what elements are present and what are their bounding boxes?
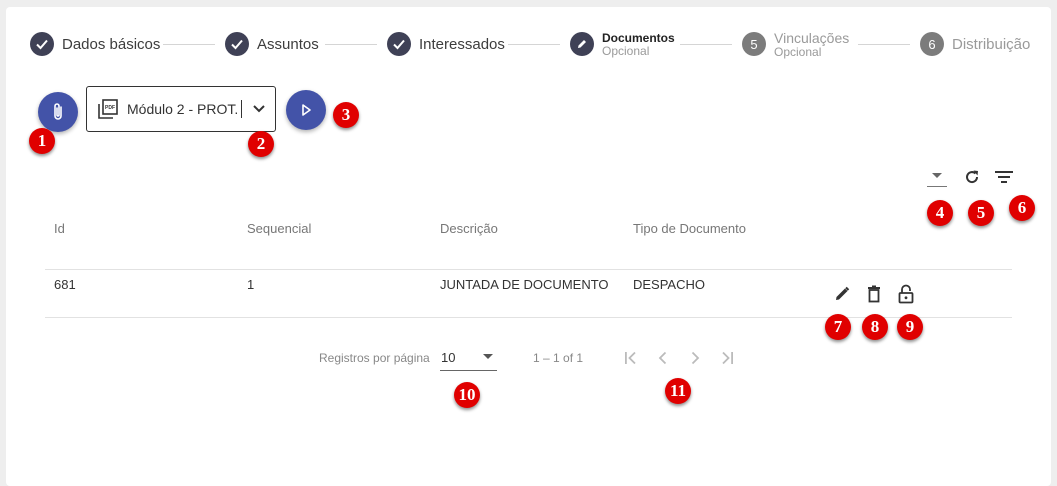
annotation-badge-6: 6 xyxy=(1009,195,1035,221)
annotation-badge-10: 10 xyxy=(454,382,480,408)
step-label: Documentos xyxy=(602,31,675,45)
refresh-icon xyxy=(966,170,979,184)
step-interessados[interactable]: Interessados xyxy=(387,31,505,57)
select-divider xyxy=(241,100,242,118)
delete-button[interactable] xyxy=(863,283,885,305)
step-optional-label: Opcional xyxy=(602,44,650,58)
annotation-badge-11: 11 xyxy=(665,378,691,404)
delete-icon xyxy=(868,285,880,303)
unlock-button[interactable] xyxy=(895,283,917,305)
step-number-6: 6 xyxy=(920,32,944,56)
step-label: Distribuição xyxy=(952,35,1031,53)
check-icon xyxy=(30,32,54,56)
dropdown-arrow-icon xyxy=(483,354,493,359)
step-assuntos[interactable]: Assuntos xyxy=(225,31,319,57)
cell-descricao: JUNTADA DE DOCUMENTO xyxy=(440,277,609,292)
step-connector xyxy=(680,44,732,45)
step-label: Dados básicos xyxy=(62,35,161,53)
step-connector xyxy=(858,44,910,45)
refresh-button[interactable] xyxy=(961,166,983,188)
svg-text:PDF: PDF xyxy=(105,105,115,111)
check-icon xyxy=(225,32,249,56)
check-icon xyxy=(387,32,411,56)
step-distribuicao[interactable]: 6 Distribuição xyxy=(920,31,1030,57)
column-header-tipo-documento[interactable]: Tipo de Documento xyxy=(633,221,746,236)
edit-button[interactable] xyxy=(831,283,853,305)
table-divider xyxy=(45,269,1012,270)
sort-select[interactable] xyxy=(927,166,947,187)
step-connector xyxy=(163,44,215,45)
first-page-button[interactable] xyxy=(620,347,642,369)
play-icon xyxy=(302,104,311,116)
step-connector xyxy=(325,44,377,45)
step-number-5: 5 xyxy=(742,32,766,56)
step-documentos[interactable]: Documentos Opcional xyxy=(570,31,675,57)
step-optional-label: Opcional xyxy=(774,45,822,59)
page-size-value: 10 xyxy=(441,350,456,365)
column-header-sequencial[interactable]: Sequencial xyxy=(247,221,311,236)
previous-page-button[interactable] xyxy=(652,347,674,369)
edit-icon xyxy=(836,286,850,300)
annotation-badge-8: 8 xyxy=(862,314,888,340)
annotation-badge-4: 4 xyxy=(927,200,953,226)
paperclip-icon xyxy=(54,103,62,120)
pdf-file-icon: PDF xyxy=(98,99,118,119)
unlock-icon xyxy=(898,284,914,304)
cell-tipo: DESPACHO xyxy=(633,277,705,292)
pencil-icon xyxy=(570,32,594,56)
annotation-badge-9: 9 xyxy=(897,314,923,340)
annotation-badge-3: 3 xyxy=(333,102,359,128)
step-label: Assuntos xyxy=(257,35,319,53)
step-label: Vinculações xyxy=(774,30,850,46)
last-page-icon xyxy=(722,351,733,365)
page-size-select[interactable]: 10 xyxy=(440,344,497,371)
page-range: 1 – 1 of 1 xyxy=(533,351,584,365)
annotation-badge-2: 2 xyxy=(248,131,274,157)
attach-button[interactable] xyxy=(38,92,78,132)
step-label: Interessados xyxy=(419,35,505,53)
annotation-badge-5: 5 xyxy=(968,200,994,226)
page-size-label: Registros por página xyxy=(319,351,430,365)
chevron-left-icon xyxy=(658,351,667,365)
chevron-right-icon xyxy=(691,351,700,365)
annotation-badge-1: 1 xyxy=(29,128,55,154)
module-select[interactable]: PDF Módulo 2 - PROT... xyxy=(86,86,276,132)
module-select-value: Módulo 2 - PROT... xyxy=(127,101,239,117)
dropdown-arrow-icon xyxy=(932,173,942,178)
filter-icon xyxy=(995,171,1013,183)
main-card xyxy=(6,7,1051,486)
cell-id: 681 xyxy=(54,277,76,292)
step-connector xyxy=(508,44,560,45)
next-page-button[interactable] xyxy=(684,347,706,369)
play-button[interactable] xyxy=(286,90,326,130)
chevron-down-icon[interactable] xyxy=(252,104,266,114)
filter-button[interactable] xyxy=(992,166,1016,188)
column-header-descricao[interactable]: Descrição xyxy=(440,221,498,236)
first-page-icon xyxy=(625,351,636,365)
cell-sequencial: 1 xyxy=(247,277,255,292)
column-header-id[interactable]: Id xyxy=(54,221,65,236)
step-vinculacoes[interactable]: 5 Vinculações Opcional xyxy=(742,30,850,59)
last-page-button[interactable] xyxy=(716,347,738,369)
annotation-badge-7: 7 xyxy=(825,314,851,340)
step-dados-basicos[interactable]: Dados básicos xyxy=(30,31,160,57)
